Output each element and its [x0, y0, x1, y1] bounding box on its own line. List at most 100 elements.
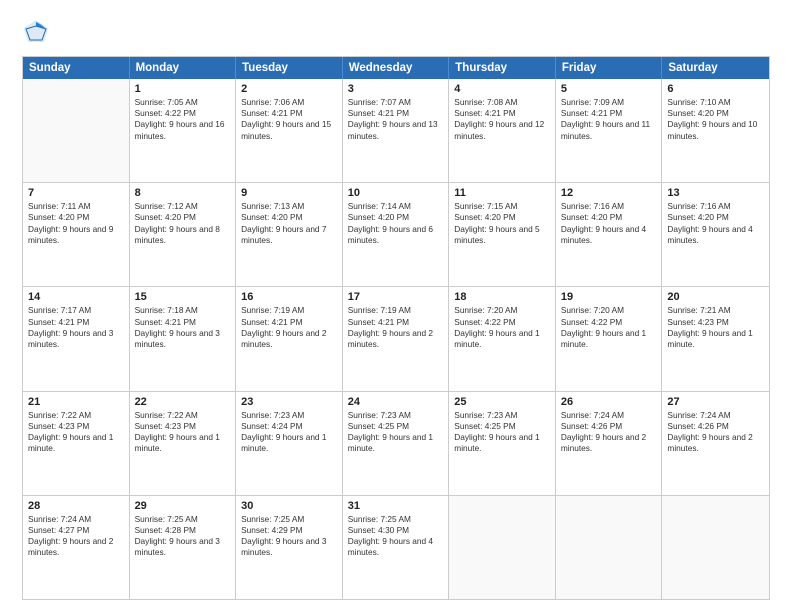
cell-sun-info: Sunrise: 7:19 AM Sunset: 4:21 PM Dayligh…	[348, 305, 444, 350]
cell-sun-info: Sunrise: 7:07 AM Sunset: 4:21 PM Dayligh…	[348, 97, 444, 142]
calendar-cell: 12Sunrise: 7:16 AM Sunset: 4:20 PM Dayli…	[556, 183, 663, 286]
calendar-cell: 8 Sunrise: 7:12 AM Sunset: 4:20 PM Daylig…	[130, 183, 237, 286]
calendar-header: SundayMondayTuesdayWednesdayThursdayFrid…	[23, 57, 769, 79]
calendar-cell: 21 Sunrise: 7:22 AM Sunset: 4:23 PM Dayli…	[23, 392, 130, 495]
day-number: 20	[667, 291, 764, 303]
calendar-cell	[449, 496, 556, 599]
day-number: 30	[241, 500, 337, 512]
day-number: 26	[561, 396, 657, 408]
day-number: 27	[667, 396, 764, 408]
calendar-cell: 30 Sunrise: 7:25 AM Sunset: 4:29 PM Dayli…	[236, 496, 343, 599]
calendar-cell: 15Sunrise: 7:18 AM Sunset: 4:21 PM Dayli…	[130, 287, 237, 390]
day-number: 29	[135, 500, 231, 512]
calendar-cell: 29 Sunrise: 7:25 AM Sunset: 4:28 PM Dayli…	[130, 496, 237, 599]
calendar-row-4: 28 Sunrise: 7:24 AM Sunset: 4:27 PM Dayli…	[23, 495, 769, 599]
calendar-body: 1 Sunrise: 7:05 AM Sunset: 4:22 PM Daylig…	[23, 79, 769, 599]
day-number: 3	[348, 83, 444, 95]
cell-sun-info: Sunrise: 7:23 AM Sunset: 4:25 PM Dayligh…	[454, 410, 550, 455]
day-number: 11	[454, 187, 550, 199]
day-number: 10	[348, 187, 444, 199]
calendar-cell: 9Sunrise: 7:13 AM Sunset: 4:20 PM Daylig…	[236, 183, 343, 286]
day-number: 21	[28, 396, 124, 408]
calendar-cell: 6 Sunrise: 7:10 AM Sunset: 4:20 PM Daylig…	[662, 79, 769, 182]
cell-sun-info: Sunrise: 7:08 AM Sunset: 4:21 PM Dayligh…	[454, 97, 550, 142]
calendar-cell: 28 Sunrise: 7:24 AM Sunset: 4:27 PM Dayli…	[23, 496, 130, 599]
day-number: 23	[241, 396, 337, 408]
header-day-monday: Monday	[130, 57, 237, 79]
calendar-cell	[23, 79, 130, 182]
day-number: 6	[667, 83, 764, 95]
cell-sun-info: Sunrise: 7:20 AM Sunset: 4:22 PM Dayligh…	[454, 305, 550, 350]
calendar-cell: 3 Sunrise: 7:07 AM Sunset: 4:21 PM Daylig…	[343, 79, 450, 182]
calendar-cell: 16 Sunrise: 7:19 AM Sunset: 4:21 PM Dayli…	[236, 287, 343, 390]
day-number: 13	[667, 187, 764, 199]
cell-sun-info: Sunrise: 7:24 AM Sunset: 4:27 PM Dayligh…	[28, 514, 124, 559]
cell-sun-info: Sunrise: 7:17 AM Sunset: 4:21 PM Dayligh…	[28, 305, 124, 350]
header-day-sunday: Sunday	[23, 57, 130, 79]
cell-sun-info: Sunrise: 7:24 AM Sunset: 4:26 PM Dayligh…	[561, 410, 657, 455]
cell-sun-info: Sunrise: 7:11 AM Sunset: 4:20 PM Dayligh…	[28, 201, 124, 246]
day-number: 25	[454, 396, 550, 408]
calendar-row-0: 1 Sunrise: 7:05 AM Sunset: 4:22 PM Daylig…	[23, 79, 769, 182]
calendar: SundayMondayTuesdayWednesdayThursdayFrid…	[22, 56, 770, 600]
day-number: 8	[135, 187, 231, 199]
cell-sun-info: Sunrise: 7:25 AM Sunset: 4:29 PM Dayligh…	[241, 514, 337, 559]
cell-sun-info: Sunrise: 7:05 AM Sunset: 4:22 PM Dayligh…	[135, 97, 231, 142]
cell-sun-info: Sunrise: 7:22 AM Sunset: 4:23 PM Dayligh…	[135, 410, 231, 455]
header-day-friday: Friday	[556, 57, 663, 79]
day-number: 22	[135, 396, 231, 408]
calendar-cell: 2 Sunrise: 7:06 AM Sunset: 4:21 PM Daylig…	[236, 79, 343, 182]
header	[22, 18, 770, 46]
calendar-cell: 24 Sunrise: 7:23 AM Sunset: 4:25 PM Dayli…	[343, 392, 450, 495]
day-number: 14	[28, 291, 124, 303]
calendar-cell: 1 Sunrise: 7:05 AM Sunset: 4:22 PM Daylig…	[130, 79, 237, 182]
calendar-cell: 7 Sunrise: 7:11 AM Sunset: 4:20 PM Daylig…	[23, 183, 130, 286]
calendar-cell: 22 Sunrise: 7:22 AM Sunset: 4:23 PM Dayli…	[130, 392, 237, 495]
cell-sun-info: Sunrise: 7:12 AM Sunset: 4:20 PM Dayligh…	[135, 201, 231, 246]
calendar-cell: 14 Sunrise: 7:17 AM Sunset: 4:21 PM Dayli…	[23, 287, 130, 390]
calendar-cell: 11 Sunrise: 7:15 AM Sunset: 4:20 PM Dayli…	[449, 183, 556, 286]
calendar-cell: 19 Sunrise: 7:20 AM Sunset: 4:22 PM Dayli…	[556, 287, 663, 390]
cell-sun-info: Sunrise: 7:23 AM Sunset: 4:25 PM Dayligh…	[348, 410, 444, 455]
calendar-cell: 17 Sunrise: 7:19 AM Sunset: 4:21 PM Dayli…	[343, 287, 450, 390]
day-number: 16	[241, 291, 337, 303]
cell-sun-info: Sunrise: 7:16 AM Sunset: 4:20 PM Dayligh…	[561, 201, 657, 246]
calendar-cell: 10 Sunrise: 7:14 AM Sunset: 4:20 PM Dayli…	[343, 183, 450, 286]
day-number: 18	[454, 291, 550, 303]
calendar-row-2: 14 Sunrise: 7:17 AM Sunset: 4:21 PM Dayli…	[23, 286, 769, 390]
cell-sun-info: Sunrise: 7:13 AM Sunset: 4:20 PM Dayligh…	[241, 201, 337, 246]
day-number: 2	[241, 83, 337, 95]
day-number: 31	[348, 500, 444, 512]
cell-sun-info: Sunrise: 7:10 AM Sunset: 4:20 PM Dayligh…	[667, 97, 764, 142]
cell-sun-info: Sunrise: 7:19 AM Sunset: 4:21 PM Dayligh…	[241, 305, 337, 350]
header-day-wednesday: Wednesday	[343, 57, 450, 79]
page: SundayMondayTuesdayWednesdayThursdayFrid…	[0, 0, 792, 612]
calendar-cell: 23Sunrise: 7:23 AM Sunset: 4:24 PM Dayli…	[236, 392, 343, 495]
calendar-cell: 13Sunrise: 7:16 AM Sunset: 4:20 PM Dayli…	[662, 183, 769, 286]
header-day-thursday: Thursday	[449, 57, 556, 79]
day-number: 19	[561, 291, 657, 303]
cell-sun-info: Sunrise: 7:06 AM Sunset: 4:21 PM Dayligh…	[241, 97, 337, 142]
cell-sun-info: Sunrise: 7:20 AM Sunset: 4:22 PM Dayligh…	[561, 305, 657, 350]
cell-sun-info: Sunrise: 7:14 AM Sunset: 4:20 PM Dayligh…	[348, 201, 444, 246]
day-number: 1	[135, 83, 231, 95]
cell-sun-info: Sunrise: 7:25 AM Sunset: 4:30 PM Dayligh…	[348, 514, 444, 559]
day-number: 5	[561, 83, 657, 95]
calendar-row-3: 21 Sunrise: 7:22 AM Sunset: 4:23 PM Dayli…	[23, 391, 769, 495]
calendar-cell: 20Sunrise: 7:21 AM Sunset: 4:23 PM Dayli…	[662, 287, 769, 390]
day-number: 17	[348, 291, 444, 303]
logo	[22, 18, 54, 46]
cell-sun-info: Sunrise: 7:25 AM Sunset: 4:28 PM Dayligh…	[135, 514, 231, 559]
calendar-cell	[556, 496, 663, 599]
day-number: 15	[135, 291, 231, 303]
calendar-cell: 31 Sunrise: 7:25 AM Sunset: 4:30 PM Dayli…	[343, 496, 450, 599]
calendar-row-1: 7 Sunrise: 7:11 AM Sunset: 4:20 PM Daylig…	[23, 182, 769, 286]
calendar-cell: 27 Sunrise: 7:24 AM Sunset: 4:26 PM Dayli…	[662, 392, 769, 495]
logo-icon	[22, 18, 50, 46]
cell-sun-info: Sunrise: 7:22 AM Sunset: 4:23 PM Dayligh…	[28, 410, 124, 455]
day-number: 28	[28, 500, 124, 512]
day-number: 24	[348, 396, 444, 408]
day-number: 7	[28, 187, 124, 199]
cell-sun-info: Sunrise: 7:15 AM Sunset: 4:20 PM Dayligh…	[454, 201, 550, 246]
cell-sun-info: Sunrise: 7:24 AM Sunset: 4:26 PM Dayligh…	[667, 410, 764, 455]
